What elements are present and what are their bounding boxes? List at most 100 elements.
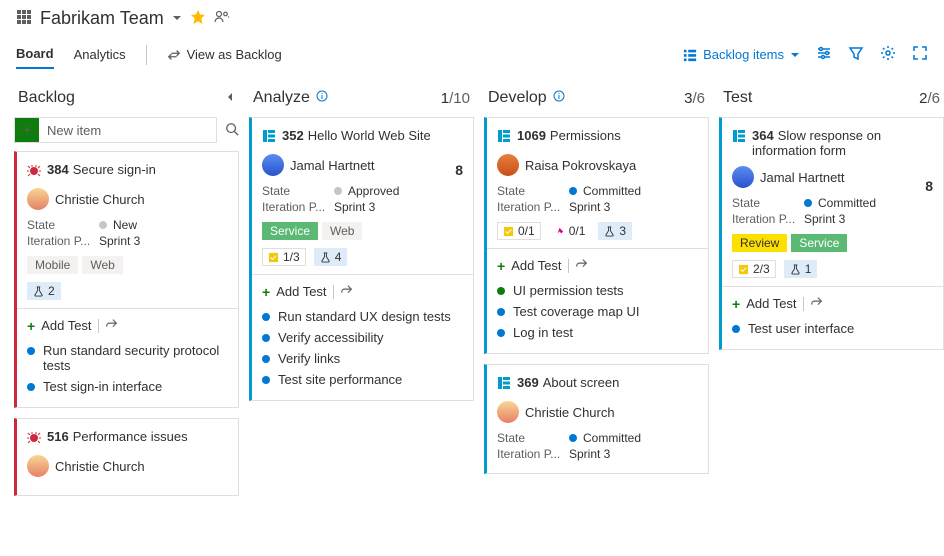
new-item-button[interactable]: + New item (14, 117, 217, 143)
board-columns: Backlog + New item 384Secure sign-in Chr… (0, 73, 944, 516)
card-title-text: 369About screen (517, 375, 619, 390)
tag[interactable]: Review (732, 234, 787, 252)
assignee-name: Raisa Pokrovskaya (525, 158, 636, 173)
tag[interactable]: Service (262, 222, 318, 240)
card-364[interactable]: 364Slow response on information form 8 J… (719, 117, 944, 350)
test-item[interactable]: Run standard UX design tests (262, 306, 463, 327)
tag[interactable]: Mobile (27, 256, 78, 274)
tag[interactable]: Web (322, 222, 362, 240)
test-status-dot (732, 325, 740, 333)
avatar (262, 154, 284, 176)
card-384[interactable]: 384Secure sign-in Christie Church StateN… (14, 151, 239, 408)
tab-board[interactable]: Board (16, 40, 54, 69)
info-icon[interactable] (316, 89, 328, 107)
test-status-dot (27, 347, 35, 355)
column-header: Analyze 1/10 (249, 83, 474, 117)
column-header: Test 2/6 (719, 83, 944, 117)
card-352[interactable]: 352Hello World Web Site 8 Jamal Hartnett… (249, 117, 474, 401)
tab-bar: Board Analytics View as Backlog Backlog … (0, 37, 944, 73)
backlog-level-dropdown[interactable]: Backlog items (683, 47, 800, 62)
test-count-chip[interactable]: 2 (27, 282, 61, 300)
task-chip[interactable]: 0/1 (497, 222, 541, 240)
assignee-name: Jamal Hartnett (290, 158, 375, 173)
team-dropdown-icon[interactable] (172, 11, 182, 26)
card-369[interactable]: 369About screen Christie Church StateCom… (484, 364, 709, 474)
favorite-star-icon[interactable] (190, 9, 206, 28)
card-516[interactable]: 516Performance issues Christie Church (14, 418, 239, 496)
column-test: Test 2/6 364Slow response on information… (719, 83, 944, 506)
card-title-text: 352Hello World Web Site (282, 128, 431, 143)
view-as-backlog[interactable]: View as Backlog (167, 47, 282, 62)
bug-icon (27, 429, 41, 447)
test-item[interactable]: Test coverage map UI (497, 301, 698, 322)
test-item[interactable]: Test site performance (262, 369, 463, 390)
card-title-text: 516Performance issues (47, 429, 188, 444)
assignee[interactable]: Christie Church (27, 188, 228, 210)
state-value: Committed (583, 184, 641, 198)
flask-chip[interactable]: 4 (314, 248, 348, 266)
pbi-icon (732, 128, 746, 146)
swap-icon (167, 48, 181, 62)
iteration-value: Sprint 3 (569, 447, 610, 461)
search-icon[interactable] (225, 122, 239, 139)
task-chip[interactable]: 2/3 (732, 260, 776, 278)
flask-chip[interactable]: 3 (598, 222, 632, 240)
team-members-icon[interactable] (214, 9, 230, 28)
collapse-icon[interactable] (225, 89, 235, 107)
assignee[interactable]: Jamal Hartnett (732, 166, 933, 188)
separator (146, 45, 147, 65)
tag[interactable]: Service (791, 234, 847, 252)
test-status-dot (497, 308, 505, 316)
test-item[interactable]: UI permission tests (497, 280, 698, 301)
tab-analytics[interactable]: Analytics (74, 41, 126, 68)
add-test-button[interactable]: +Add Test (497, 257, 698, 274)
flask-icon (33, 286, 44, 297)
arrows-icon[interactable] (340, 283, 354, 300)
iteration-value: Sprint 3 (804, 212, 845, 226)
column-backlog: Backlog + New item 384Secure sign-in Chr… (14, 83, 239, 506)
avatar (497, 401, 519, 423)
backlog-level-label: Backlog items (703, 47, 784, 62)
test-item[interactable]: Test sign-in interface (27, 376, 228, 397)
state-dot (569, 434, 577, 442)
tag[interactable]: Web (82, 256, 122, 274)
flask-icon (320, 252, 331, 263)
settings-sliders-icon[interactable] (816, 45, 832, 64)
test-item[interactable]: Verify accessibility (262, 327, 463, 348)
test-item[interactable]: Log in test (497, 322, 698, 343)
pin-chip[interactable]: 0/1 (549, 223, 591, 239)
gear-icon[interactable] (880, 45, 896, 64)
state-value: Committed (818, 196, 876, 210)
field-label: Iteration P... (497, 447, 569, 461)
flask-chip[interactable]: 1 (784, 260, 818, 278)
test-status-dot (497, 329, 505, 337)
assignee[interactable]: Raisa Pokrovskaya (497, 154, 698, 176)
column-counter: 2/6 (919, 90, 940, 107)
add-test-button[interactable]: +Add Test (27, 317, 228, 334)
new-item-row: + New item (14, 117, 239, 143)
assignee[interactable]: Jamal Hartnett (262, 154, 463, 176)
filter-icon[interactable] (848, 45, 864, 64)
card-1069[interactable]: 1069Permissions Raisa Pokrovskaya StateC… (484, 117, 709, 354)
arrows-icon[interactable] (575, 257, 589, 274)
assignee[interactable]: Christie Church (27, 455, 228, 477)
fullscreen-icon[interactable] (912, 45, 928, 64)
info-icon[interactable] (553, 89, 565, 107)
state-dot (99, 221, 107, 229)
test-item[interactable]: Verify links (262, 348, 463, 369)
arrows-icon[interactable] (105, 317, 119, 334)
arrows-icon[interactable] (810, 295, 824, 312)
state-dot (569, 187, 577, 195)
add-test-button[interactable]: +Add Test (732, 295, 933, 312)
team-name[interactable]: Fabrikam Team (40, 8, 164, 29)
grid-icon (16, 9, 32, 28)
test-item[interactable]: Run standard security protocol tests (27, 340, 228, 376)
test-item[interactable]: Test user interface (732, 318, 933, 339)
task-chip[interactable]: 1/3 (262, 248, 306, 266)
assignee[interactable]: Christie Church (497, 401, 698, 423)
test-status-dot (262, 376, 270, 384)
new-item-label: New item (39, 123, 109, 138)
effort-badge: 8 (455, 162, 463, 178)
add-test-button[interactable]: +Add Test (262, 283, 463, 300)
test-status-dot (27, 383, 35, 391)
